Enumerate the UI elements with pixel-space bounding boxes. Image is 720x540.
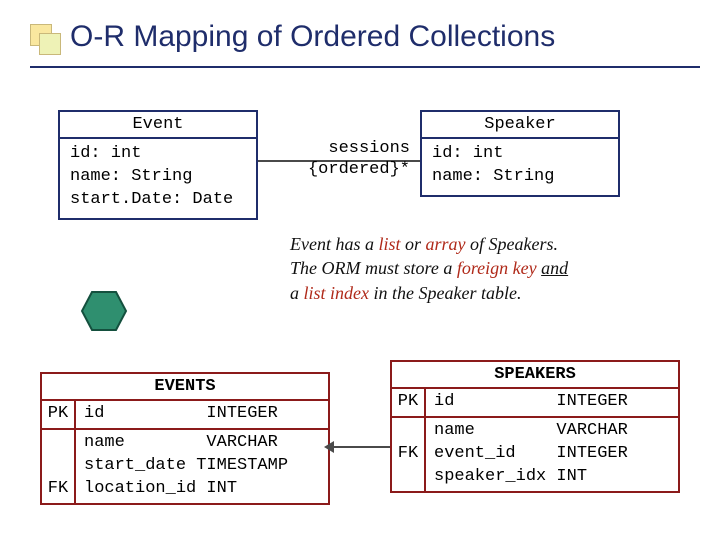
hexagon-icon [80, 290, 128, 332]
db-arrow-events-speakers [330, 446, 390, 448]
class-name-event: Event [60, 112, 256, 139]
db-table-speakers: SPEAKERS PK id INTEGER FK name VARCHAR e… [390, 360, 680, 493]
db-table-name-events: EVENTS [42, 374, 328, 399]
class-box-event: Event id: int name: String start.Date: D… [58, 110, 258, 220]
db-cols-events-2: name VARCHAR start_date TIMESTAMP locati… [76, 428, 328, 503]
explain-frag: or [401, 234, 426, 254]
class-box-speaker: Speaker id: int name: String [420, 110, 620, 197]
keyword-list-index: list index [304, 283, 370, 303]
keyword-array: array [426, 234, 466, 254]
title-underline [30, 66, 700, 68]
db-keycol-speakers-pk: PK [392, 387, 426, 416]
db-cols-events-1: id INTEGER [76, 399, 328, 428]
arrowhead-left-icon [324, 441, 334, 453]
class-name-speaker: Speaker [422, 112, 618, 139]
assoc-label-sessions: sessions {ordered}* [280, 138, 410, 181]
explain-frag: in the Speaker table. [369, 283, 521, 303]
db-keycol-events-fk: FK [42, 428, 76, 503]
explain-frag: Event has a [290, 234, 378, 254]
keyword-and: and [541, 258, 568, 278]
slide-bullet-icon [30, 24, 52, 46]
db-keycol-speakers-fk: FK [392, 416, 426, 491]
class-attrs-speaker: id: int name: String [422, 139, 618, 195]
slide-title: O-R Mapping of Ordered Collections [70, 20, 555, 54]
class-attrs-event: id: int name: String start.Date: Date [60, 139, 256, 218]
explain-frag: The ORM must store a [290, 258, 457, 278]
db-cols-speakers-1: id INTEGER [426, 387, 678, 416]
db-table-events: EVENTS PK id INTEGER FK name VARCHAR sta… [40, 372, 330, 505]
db-keycol-events-pk: PK [42, 399, 76, 428]
explain-frag: of Speakers. [466, 234, 558, 254]
explain-frag: a [290, 283, 304, 303]
explanation-text: Event has a list or array of Speakers. T… [290, 232, 690, 305]
db-table-name-speakers: SPEAKERS [392, 362, 678, 387]
db-cols-speakers-2: name VARCHAR event_id INTEGER speaker_id… [426, 416, 678, 491]
keyword-list: list [378, 234, 400, 254]
keyword-foreign-key: foreign key [457, 258, 537, 278]
